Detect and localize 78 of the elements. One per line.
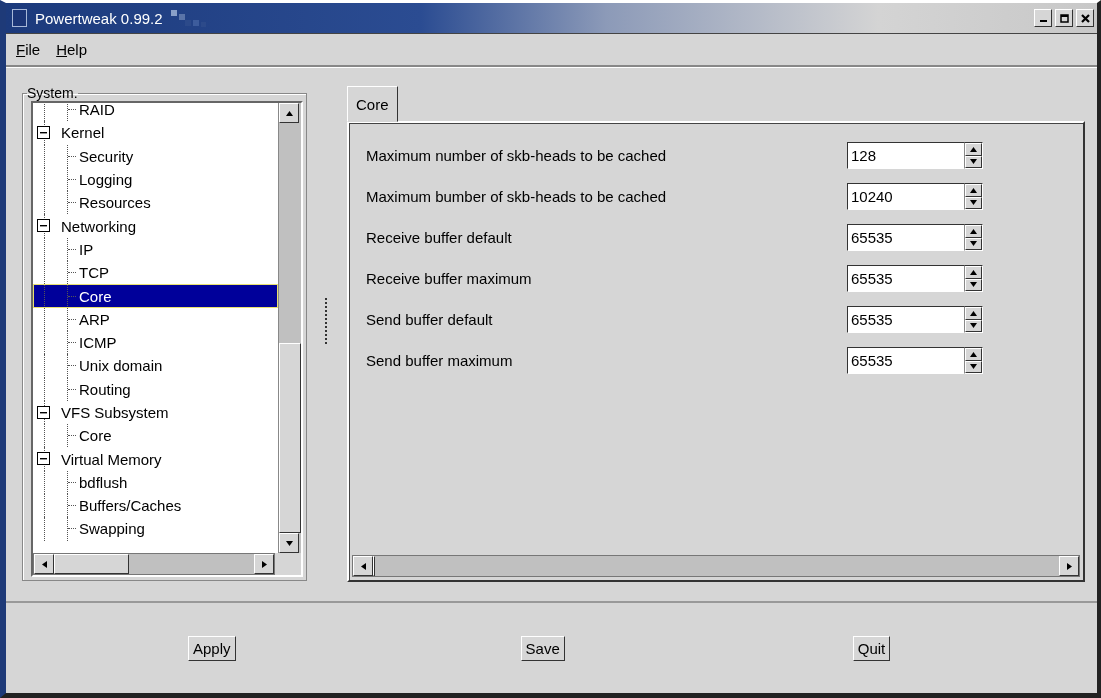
tree-item[interactable]: Logging xyxy=(33,167,278,192)
left-arrow-icon xyxy=(39,559,49,569)
down-arrow-icon xyxy=(284,538,294,548)
push-button[interactable]: Quit xyxy=(852,635,891,661)
push-button[interactable]: Save xyxy=(520,635,565,661)
minimize-icon xyxy=(1039,19,1047,22)
tree-item[interactable]: IP xyxy=(33,237,278,262)
spin-buttons[interactable] xyxy=(964,265,983,292)
tab[interactable]: Core xyxy=(347,86,398,122)
maximize-icon xyxy=(1058,12,1070,24)
number-field[interactable]: 65535 xyxy=(847,265,964,292)
tree-item[interactable]: Buffers/Caches xyxy=(33,494,278,518)
menu-item[interactable]: Help xyxy=(56,41,88,58)
collapse-icon[interactable] xyxy=(37,452,50,466)
down-arrow-icon xyxy=(969,362,978,372)
splitter-handle[interactable] xyxy=(324,298,330,344)
tree-item[interactable]: Core xyxy=(33,424,278,448)
up-arrow-icon xyxy=(969,226,978,236)
up-arrow-icon xyxy=(284,108,294,118)
number-field[interactable]: 65535 xyxy=(847,306,964,333)
up-arrow-icon xyxy=(969,308,978,318)
down-arrow-icon xyxy=(969,239,978,249)
tree-item[interactable]: ARP xyxy=(33,307,278,331)
up-arrow-icon xyxy=(969,144,978,154)
down-arrow-icon xyxy=(969,321,978,331)
setting-label: Maximum number of skb-heads to be cached xyxy=(366,147,668,164)
down-arrow-icon xyxy=(969,198,978,208)
number-field[interactable]: 65535 xyxy=(847,347,964,374)
pixel-decoration-icon xyxy=(168,8,209,28)
down-arrow-icon xyxy=(969,280,978,290)
setting-label: Receive buffer default xyxy=(366,229,513,246)
tree-item[interactable]: Security xyxy=(33,144,278,168)
number-field[interactable]: 10240 xyxy=(847,183,964,210)
tree-item[interactable]: ICMP xyxy=(33,330,278,355)
close-button[interactable] xyxy=(1076,9,1094,27)
tree-item[interactable]: Resources xyxy=(33,191,278,215)
menu-item[interactable]: File xyxy=(16,41,41,58)
collapse-icon[interactable] xyxy=(37,405,50,419)
collapse-icon[interactable] xyxy=(37,126,50,140)
window-title: Powertweak 0.99.2 xyxy=(35,9,163,27)
setting-label: Send buffer maximum xyxy=(366,352,514,369)
number-field[interactable]: 65535 xyxy=(847,224,964,251)
setting-label: Send buffer default xyxy=(366,311,494,328)
horizontal-scrollbar[interactable] xyxy=(33,553,275,575)
tree-item[interactable]: VFS Subsystem xyxy=(33,400,278,425)
number-field[interactable]: 128 xyxy=(847,142,964,169)
up-arrow-icon xyxy=(969,267,978,277)
right-arrow-icon xyxy=(259,559,269,569)
setting-label: Receive buffer maximum xyxy=(366,270,533,287)
horizontal-scrollbar[interactable] xyxy=(352,555,1080,577)
minimize-button[interactable] xyxy=(1034,9,1052,27)
tree-item[interactable]: Swapping xyxy=(33,517,278,541)
spin-buttons[interactable] xyxy=(964,224,983,251)
up-arrow-icon xyxy=(969,349,978,359)
tree-item[interactable]: bdflush xyxy=(33,470,278,495)
down-arrow-icon xyxy=(969,157,978,167)
setting-label: Maximum bumber of skb-heads to be cached xyxy=(366,188,668,205)
tree-item[interactable]: Core xyxy=(33,284,278,308)
maximize-button[interactable] xyxy=(1055,9,1073,27)
spin-buttons[interactable] xyxy=(964,183,983,210)
tree-item[interactable]: Routing xyxy=(33,377,278,401)
push-button[interactable]: Apply xyxy=(188,635,236,661)
tree-item[interactable]: Virtual Memory xyxy=(33,447,278,471)
tree-item[interactable]: Networking xyxy=(33,214,278,238)
tree-item[interactable]: RAID xyxy=(33,103,278,122)
spin-buttons[interactable] xyxy=(964,306,983,333)
tree-item[interactable]: Unix domain xyxy=(33,354,278,378)
group-label: System. xyxy=(27,85,78,101)
vertical-scrollbar[interactable] xyxy=(278,103,301,553)
tree-item[interactable]: Kernel xyxy=(33,121,278,145)
close-icon xyxy=(1079,12,1091,24)
up-arrow-icon xyxy=(969,185,978,195)
left-arrow-icon xyxy=(358,561,368,571)
collapse-icon[interactable] xyxy=(37,219,50,233)
spin-buttons[interactable] xyxy=(964,142,983,169)
window-icon xyxy=(12,9,27,27)
right-arrow-icon xyxy=(1064,561,1074,571)
spin-buttons[interactable] xyxy=(964,347,983,374)
